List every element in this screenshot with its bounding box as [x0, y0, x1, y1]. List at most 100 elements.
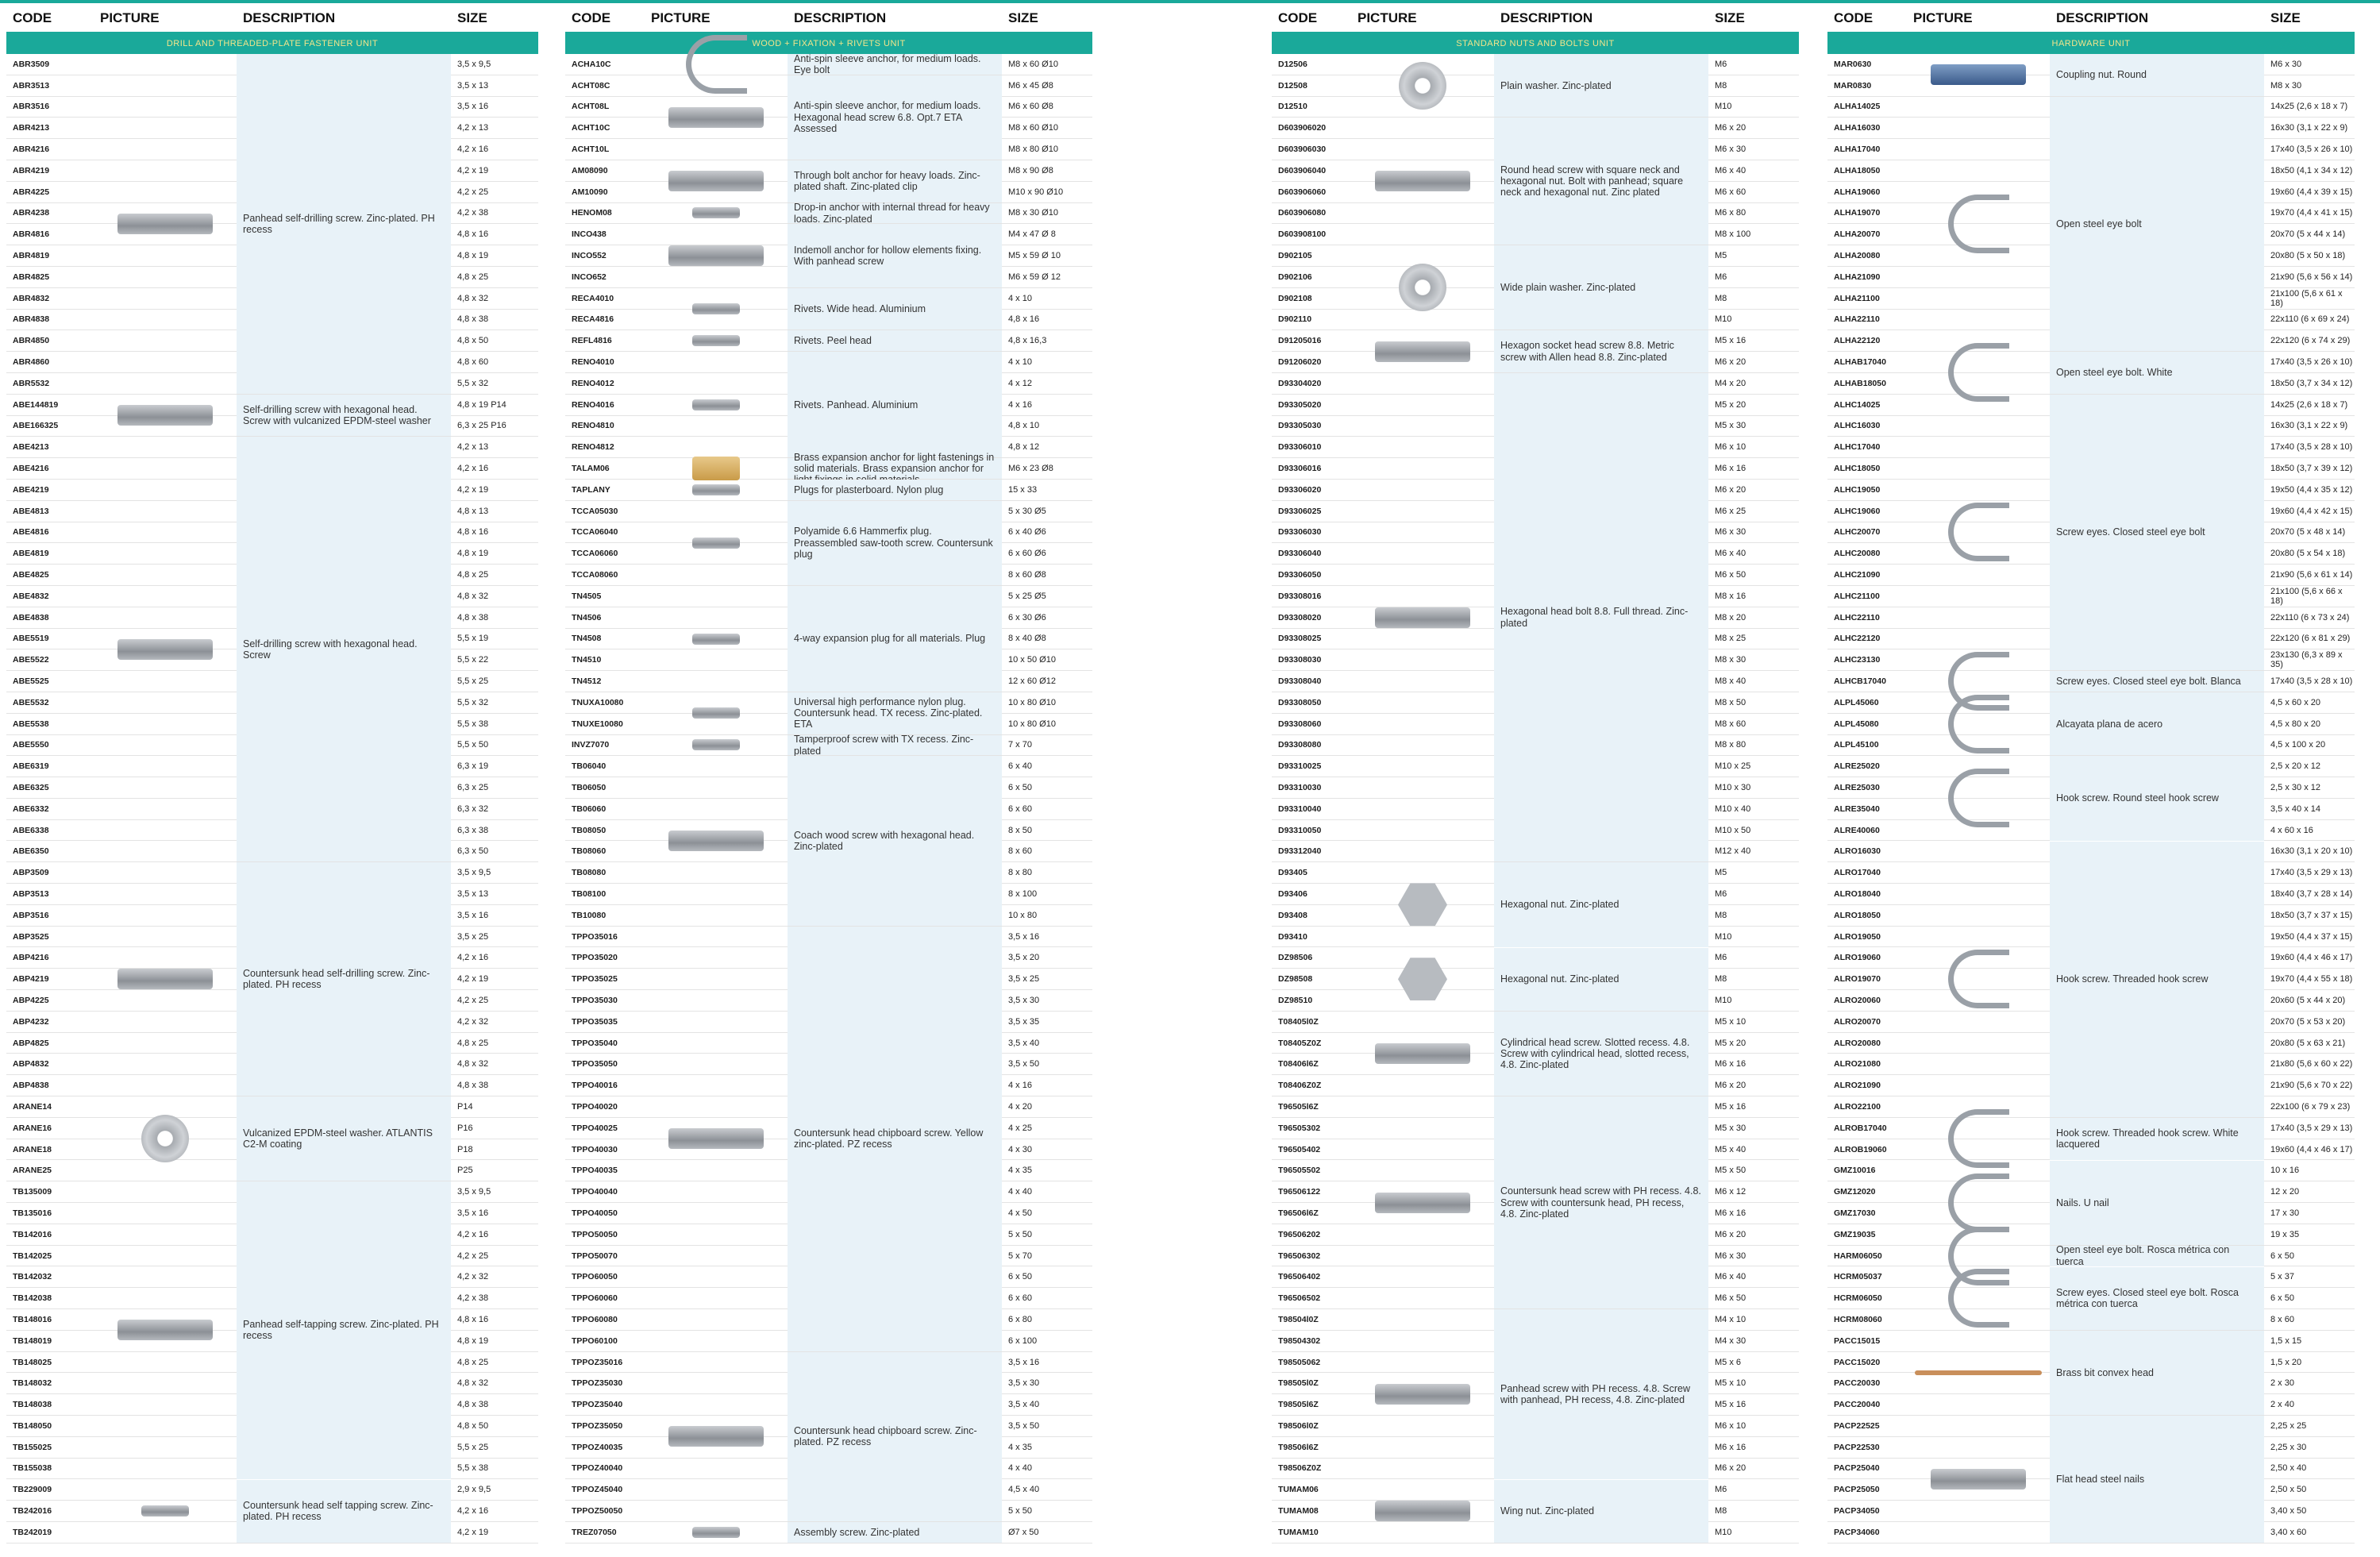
table-row: ABE5519 5,5 x 19 [6, 629, 538, 650]
row-code: TUMAM06 [1278, 1485, 1319, 1495]
row-size: 4,8 x 12 [1008, 442, 1040, 453]
row-size: M5 x 6 [1715, 1357, 1742, 1367]
table-row: D902108 M8 [1272, 288, 1799, 310]
table-row: D93408 M8 [1272, 905, 1799, 927]
row-size: 4,8 x 16 [457, 527, 489, 538]
table-row: D93308080 M8 x 80 [1272, 735, 1799, 757]
row-code: ACHT08C [572, 80, 610, 91]
row-size: M5 x 30 [1715, 1123, 1746, 1133]
table-row: ARANE14 P14 [6, 1096, 538, 1118]
row-size: 23x130 (6,3 x 89 x 35) [2270, 650, 2343, 670]
row-code: TPPO50070 [572, 1251, 618, 1261]
row-size: 16x30 (3,1 x 22 x 9) [2270, 421, 2348, 431]
table-row: ABE5538 5,5 x 38 [6, 714, 538, 735]
wood-fixation-table: CODE PICTURE DESCRIPTION SIZE WOOD + FIXATIO… [565, 5, 1092, 1544]
row-size: M6 x 16 [1715, 1442, 1746, 1452]
table-row: ALRO21080 21x80 (5,6 x 60 x 22) [1827, 1054, 2355, 1076]
table-row: D93312040 M12 x 40 [1272, 841, 1799, 863]
header-code: CODE [1278, 10, 1318, 25]
row-size: 3,5 x 16 [457, 1208, 489, 1218]
row-size: 4,2 x 32 [457, 1272, 489, 1282]
row-size: 4,8 x 25 [457, 1038, 489, 1048]
row-size: 4,8 x 38 [457, 1400, 489, 1410]
table-row: D93306010 M6 x 10 [1272, 437, 1799, 459]
row-size: 4,8 x 19 [457, 251, 489, 261]
table-row: INCO552 M5 x 59 Ø 10 [565, 245, 1092, 267]
table-row: TPPOZ35016 3,5 x 16 [565, 1352, 1092, 1374]
row-size: M10 x 90 Ø10 [1008, 187, 1064, 197]
table-row: ABE4813 4,8 x 13 [6, 501, 538, 522]
row-size: M10 x 40 [1715, 804, 1751, 814]
row-size: 4,8 x 32 [457, 1059, 489, 1069]
unit-title: HARDWARE UNIT [1827, 33, 2355, 54]
table-row: ABR3509 3,5 x 9,5 [6, 54, 538, 75]
row-size: 18x40 (3,7 x 28 x 14) [2270, 888, 2353, 899]
row-code: TUMAM10 [1278, 1527, 1319, 1537]
table-row: DZ98508 M8 [1272, 969, 1799, 991]
row-code: TCCA06040 [572, 527, 618, 538]
table-row: D12508 M8 [1272, 75, 1799, 97]
top-accent-line [0, 0, 2380, 3]
row-size: M6 x 10 [1715, 442, 1746, 453]
row-code: PACP22530 [1834, 1442, 1880, 1452]
row-code: TALAM06 [572, 464, 610, 474]
table-row: ABE4219 4,2 x 19 [6, 480, 538, 501]
row-size: M6 x 40 [1715, 165, 1746, 175]
row-code: TB142025 [13, 1251, 52, 1261]
row-size: 6,3 x 38 [457, 825, 489, 835]
row-size: 10 x 80 Ø10 [1008, 719, 1056, 729]
row-size: 3,5 x 40 x 14 [2270, 804, 2320, 814]
row-code: ALHA18050 [1834, 165, 1881, 175]
row-code: ARANE14 [13, 1101, 52, 1112]
table-row: TB155038 5,5 x 38 [6, 1459, 538, 1480]
table-row: D93310040 M10 x 40 [1272, 799, 1799, 820]
table-row: HCRM08060 8 x 60 [1827, 1309, 2355, 1331]
row-code: TN4508 [572, 634, 602, 644]
row-code: ABP4838 [13, 1081, 49, 1091]
table-row: ALHC20080 20x80 (5 x 54 x 18) [1827, 543, 2355, 565]
row-size: 22x120 (6 x 81 x 29) [2270, 634, 2351, 644]
table-row: ALRO20060 20x60 (5 x 44 x 20) [1827, 990, 2355, 1012]
row-code: AM10090 [572, 187, 608, 197]
row-size: 22x110 (6 x 69 x 24) [2270, 314, 2350, 325]
row-size: 18x50 (3,7 x 39 x 12) [2270, 464, 2353, 474]
row-size: 4,8 x 16 [457, 1314, 489, 1324]
row-code: ABR3516 [13, 102, 50, 112]
row-size: 6,3 x 19 [457, 761, 489, 772]
row-code: D93308040 [1278, 676, 1322, 686]
table-row: TUMAM08 M8 [1272, 1501, 1799, 1522]
table-row: TPPO40030 4 x 30 [565, 1139, 1092, 1161]
table-row: ABR4213 4,2 x 13 [6, 118, 538, 140]
row-code: ALHA22120 [1834, 336, 1881, 346]
row-code: D93310030 [1278, 782, 1322, 792]
row-code: TPPOZ40035 [572, 1442, 623, 1452]
row-code: TB148032 [13, 1378, 52, 1389]
row-code: ALRO21080 [1834, 1059, 1881, 1069]
table-row: PACC15020 1,5 x 20 [1827, 1352, 2355, 1374]
row-code: AM08090 [572, 165, 608, 175]
row-size: 5,5 x 38 [457, 1463, 489, 1474]
table-row: D603906080 M6 x 80 [1272, 203, 1799, 225]
row-size: 2,25 x 30 [2270, 1442, 2307, 1452]
row-code: T08405l0Z [1278, 1016, 1319, 1027]
row-code: ABE6332 [13, 804, 49, 814]
table-row: D12506 M6 [1272, 54, 1799, 75]
table-row: TB142016 4,2 x 16 [6, 1224, 538, 1246]
row-code: TPPO60080 [572, 1314, 618, 1324]
row-size: 6 x 60 [1008, 1293, 1032, 1304]
row-code: ABR5532 [13, 378, 50, 388]
row-size: M8 x 80 Ø10 [1008, 145, 1058, 155]
row-code: INVZ7070 [572, 740, 610, 750]
row-code: TB135009 [13, 1187, 52, 1197]
row-size: M5 x 16 [1715, 1400, 1746, 1410]
row-code: ALHA20070 [1834, 229, 1881, 240]
row-code: ALRO22100 [1834, 1101, 1881, 1112]
row-code: ACHT10L [572, 145, 610, 155]
row-code: TB08060 [572, 846, 607, 857]
table-row: D603906030 M6 x 30 [1272, 139, 1799, 160]
row-code: RENO4010 [572, 357, 614, 368]
row-size: 4,8 x 10 [1008, 421, 1040, 431]
row-size: 2,50 x 40 [2270, 1463, 2307, 1474]
row-size: 4,2 x 13 [457, 123, 489, 133]
row-size: M6 [1715, 272, 1727, 282]
